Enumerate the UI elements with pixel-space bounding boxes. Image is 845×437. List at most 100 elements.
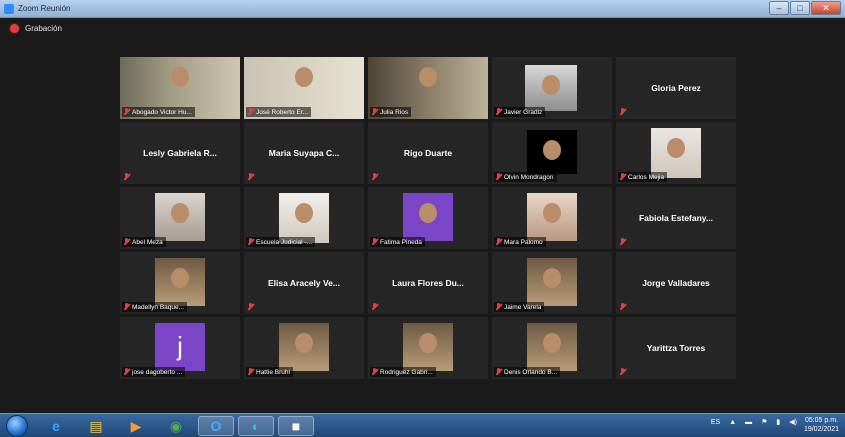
participant-tile[interactable]: Hattie Bruhl xyxy=(244,317,364,379)
muted-mic-icon xyxy=(123,368,130,376)
muted-mic-icon xyxy=(123,303,130,311)
participant-silhouette xyxy=(419,203,437,223)
participant-video xyxy=(651,128,701,178)
muted-mic-icon xyxy=(619,238,626,246)
muted-mic-icon xyxy=(371,173,378,181)
participant-video xyxy=(279,193,329,243)
window-titlebar[interactable]: Zoom Reunión – □ ✕ xyxy=(0,0,845,18)
participant-name: Laura Flores Du... xyxy=(392,278,464,288)
participant-tile[interactable]: Rodriguez Gabri... xyxy=(368,317,488,379)
muted-mic-icon xyxy=(495,238,502,246)
participant-silhouette xyxy=(543,203,561,223)
participant-name-tag: José Roberto Er... xyxy=(246,107,312,117)
participant-silhouette xyxy=(543,333,561,353)
participant-tile[interactable]: Rigo Duarte xyxy=(368,122,488,184)
participant-tile[interactable]: Javier Gradiz xyxy=(492,57,612,119)
volume-icon[interactable]: ◀) xyxy=(789,418,797,426)
participant-name-tag: Olvin Mondragon xyxy=(494,172,557,182)
participant-silhouette xyxy=(295,67,313,87)
participant-silhouette xyxy=(543,268,561,288)
participant-tile[interactable]: Fatima Pineda xyxy=(368,187,488,249)
participant-video xyxy=(527,130,577,174)
file-explorer-icon[interactable]: ▤ xyxy=(78,416,114,436)
taskbar-clock[interactable]: 05:05 p.m. 19/02/2021 xyxy=(804,416,839,434)
participant-tile[interactable]: Laura Flores Du... xyxy=(368,252,488,314)
participant-tile[interactable]: Maria Suyapa C... xyxy=(244,122,364,184)
muted-mic-icon xyxy=(495,108,502,116)
participant-silhouette xyxy=(419,67,437,87)
participant-silhouette xyxy=(295,203,313,223)
muted-mic-icon xyxy=(495,303,502,311)
participant-tile[interactable]: Lesly Gabriela R... xyxy=(120,122,240,184)
participant-name: Mara Palomo xyxy=(504,238,543,246)
window-title: Zoom Reunión xyxy=(18,4,71,13)
zoom-app-icon xyxy=(4,3,14,14)
participant-name-tag: Abogado Victor Hu... xyxy=(122,107,195,117)
participant-tile[interactable]: Gloria Perez xyxy=(616,57,736,119)
participant-tile[interactable]: Julia Rios xyxy=(368,57,488,119)
participant-video xyxy=(527,193,577,241)
start-button[interactable] xyxy=(6,415,28,437)
participant-tile[interactable]: Madellyn Baque... xyxy=(120,252,240,314)
participant-tile[interactable]: Jorge Valladares xyxy=(616,252,736,314)
muted-mic-icon xyxy=(371,238,378,246)
avatar-letter: j xyxy=(177,331,183,361)
participant-tile[interactable]: Carlos Mejia xyxy=(616,122,736,184)
outlook-icon[interactable]: O xyxy=(198,416,234,436)
windows-taskbar: e ▤ ▶ ◉ O ◐ ■ ES ▲ ▬ ⚑ ▮ ◀) 05:05 p.m. 19/02/2… xyxy=(0,413,845,437)
minimize-button[interactable]: – xyxy=(769,1,789,15)
participant-tile[interactable]: Escuela Judicial -... xyxy=(244,187,364,249)
participant-silhouette xyxy=(295,333,313,353)
muted-mic-icon xyxy=(495,368,502,376)
participant-tile[interactable]: j jose dagoberto ... xyxy=(120,317,240,379)
muted-mic-icon xyxy=(247,108,254,116)
clock-date: 19/02/2021 xyxy=(803,426,839,433)
participant-tile[interactable]: Abogado Victor Hu... xyxy=(120,57,240,119)
media-player-icon[interactable]: ▶ xyxy=(118,416,154,436)
recording-indicator[interactable]: Grabación xyxy=(10,24,62,33)
participant-tile[interactable]: Yarittza Torres xyxy=(616,317,736,379)
participant-name: Maria Suyapa C... xyxy=(268,148,340,158)
flag-icon[interactable]: ⚑ xyxy=(761,418,767,426)
notification-icon[interactable]: ▬ xyxy=(745,419,752,426)
close-button[interactable]: ✕ xyxy=(811,1,841,15)
participant-tile[interactable]: José Roberto Er... xyxy=(244,57,364,119)
participant-tile[interactable]: Denis Orlando B... xyxy=(492,317,612,379)
participant-name: Fabiola Estefany... xyxy=(638,213,713,223)
recording-label: Grabación xyxy=(25,24,62,33)
network-icon[interactable]: ▮ xyxy=(776,418,780,426)
edge-icon[interactable]: ◐ xyxy=(238,416,274,436)
participant-name-tag: Carlos Mejia xyxy=(618,172,668,182)
participant-tile[interactable]: Abel Meza xyxy=(120,187,240,249)
muted-mic-icon xyxy=(123,173,130,181)
participant-gallery: Abogado Victor Hu... José Roberto Er... Ju… xyxy=(120,57,736,379)
participant-tile[interactable]: Fabiola Estefany... xyxy=(616,187,736,249)
participant-silhouette xyxy=(171,203,189,223)
internet-explorer-icon[interactable]: e xyxy=(38,416,74,436)
participant-name-tag: Abel Meza xyxy=(122,237,166,247)
participant-tile[interactable]: Mara Palomo xyxy=(492,187,612,249)
muted-mic-icon xyxy=(123,108,130,116)
participant-video xyxy=(155,193,205,241)
muted-mic-icon xyxy=(123,238,130,246)
participant-name: Rodriguez Gabri... xyxy=(380,368,433,376)
participant-tile[interactable]: Elisa Aracely Ve... xyxy=(244,252,364,314)
participant-video xyxy=(155,258,205,306)
participant-video xyxy=(527,323,577,371)
muted-mic-icon xyxy=(371,303,378,311)
language-indicator[interactable]: ES xyxy=(711,419,720,426)
participant-tile[interactable]: Olvin Mondragon xyxy=(492,122,612,184)
participant-name: Javier Gradiz xyxy=(504,108,543,116)
tray-chevron-icon[interactable]: ▲ xyxy=(729,419,736,426)
zoom-icon[interactable]: ■ xyxy=(278,416,314,436)
participant-name-tag: Javier Gradiz xyxy=(494,107,546,117)
chrome-icon[interactable]: ◉ xyxy=(158,416,194,436)
participant-video xyxy=(403,193,453,241)
maximize-button[interactable]: □ xyxy=(790,1,810,15)
participant-tile[interactable]: Jaime Varela xyxy=(492,252,612,314)
clock-time: 05:05 p.m. xyxy=(804,417,839,424)
participant-silhouette xyxy=(171,67,189,87)
participant-silhouette xyxy=(667,138,685,158)
participant-name: Jaime Varela xyxy=(504,303,542,311)
participant-silhouette xyxy=(419,333,437,353)
